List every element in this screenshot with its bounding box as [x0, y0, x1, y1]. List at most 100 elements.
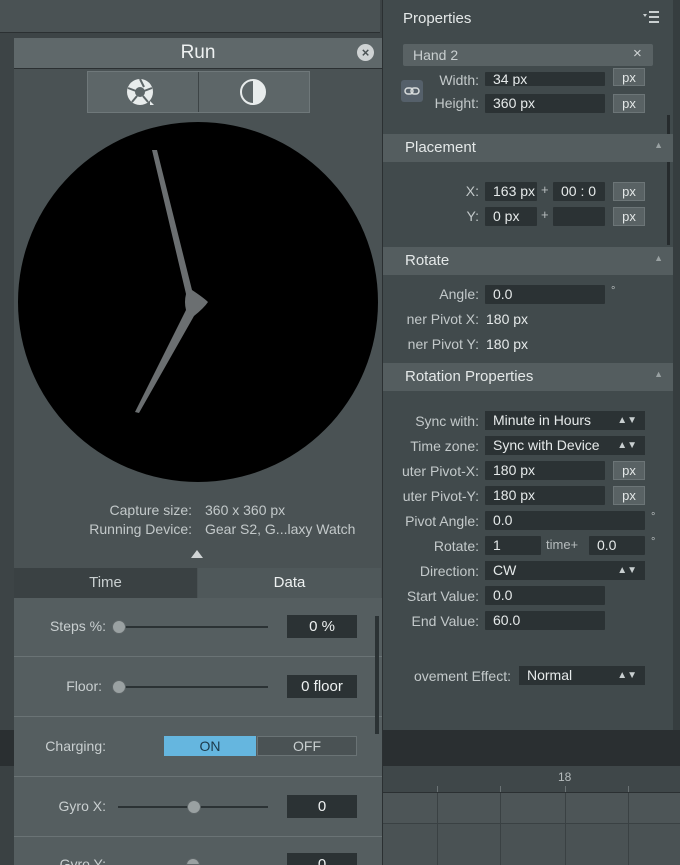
watch-preview[interactable] — [18, 122, 378, 482]
tab-time[interactable]: Time — [14, 568, 197, 598]
grid-line — [565, 793, 566, 865]
run-title: Run — [180, 42, 216, 63]
outer-pivot-x-label: uter Pivot-X: — [401, 463, 479, 479]
gyro-x-slider-knob[interactable] — [187, 800, 201, 814]
dropdown-arrow-icon: ▲▼ — [617, 565, 637, 576]
x-unit-button[interactable]: px — [613, 182, 645, 201]
timezone-value: Sync with Device — [493, 437, 600, 453]
y-offset-input[interactable] — [553, 207, 605, 226]
divider — [14, 776, 382, 777]
degree-symbol: ° — [611, 285, 616, 297]
charging-on-button[interactable]: ON — [164, 736, 256, 756]
rotate-input[interactable]: 1 — [485, 536, 541, 555]
floor-value[interactable]: 0 floor — [287, 675, 357, 698]
contrast-icon[interactable] — [237, 77, 269, 107]
y-input[interactable]: 0 px — [485, 207, 537, 226]
width-input[interactable]: 34 px — [485, 72, 605, 86]
gyro-y-value[interactable]: 0 — [287, 853, 357, 865]
dropdown-arrow-icon: ▲▼ — [617, 415, 637, 426]
placement-title: Placement — [405, 139, 476, 156]
timezone-dropdown[interactable]: Sync with Device ▲▼ — [485, 436, 645, 455]
start-value-label: Start Value: — [406, 588, 479, 604]
plus-sign: + — [541, 207, 549, 222]
collapse-icon[interactable]: ▲ — [654, 253, 663, 263]
floor-label: Floor: — [66, 678, 102, 694]
timeline-ruler[interactable] — [380, 766, 680, 793]
collapse-arrow-icon[interactable] — [191, 550, 203, 558]
divider — [14, 656, 382, 657]
pivot-y-value: 180 px — [486, 336, 529, 352]
timezone-label: Time zone: — [410, 438, 479, 454]
steps-slider-knob[interactable] — [112, 620, 126, 634]
ruler-tick — [437, 786, 438, 792]
editor-top-bar — [0, 0, 380, 33]
grid-line — [500, 793, 501, 865]
charging-off-button[interactable]: OFF — [257, 736, 357, 756]
capture-size-label: Capture size: — [109, 502, 192, 518]
y-unit-button[interactable]: px — [613, 207, 645, 226]
x-label: X: — [465, 183, 479, 199]
run-panel: Run × Capture size: 360 x 360 px Running… — [14, 38, 383, 865]
direction-dropdown[interactable]: CW ▲▼ — [485, 561, 645, 580]
floor-slider[interactable] — [118, 686, 268, 688]
toolbar-divider — [198, 72, 199, 112]
outer-pivot-x-unit-button[interactable]: px — [613, 461, 645, 480]
outer-pivot-y-input[interactable]: 180 px — [485, 486, 605, 505]
height-unit-button[interactable]: px — [613, 94, 645, 113]
x-offset-input[interactable]: 00 : 0 — [553, 182, 605, 201]
gyro-x-value[interactable]: 0 — [287, 795, 357, 818]
width-unit-button[interactable]: px — [613, 68, 645, 86]
outer-pivot-x-input[interactable]: 180 px — [485, 461, 605, 480]
placement-section-header[interactable]: Placement ▲ — [383, 134, 673, 162]
time-plus-label: time+ — [546, 537, 579, 552]
timeline-track[interactable] — [380, 793, 680, 824]
panel-menu-icon[interactable] — [641, 10, 661, 28]
x-input[interactable]: 163 px — [485, 182, 537, 201]
gyro-y-slider-knob[interactable] — [186, 858, 200, 865]
angle-input[interactable]: 0.0 — [485, 285, 605, 304]
movement-effect-dropdown[interactable]: Normal ▲▼ — [519, 666, 645, 685]
data-panel: Steps %: 0 % Floor: 0 floor Charging: ON… — [14, 598, 382, 865]
ruler-tick — [565, 786, 566, 792]
capture-size-value: 360 x 360 px — [205, 502, 286, 518]
properties-title: Properties — [403, 10, 472, 27]
rotate-extra-input[interactable]: 0.0 — [589, 536, 645, 555]
capture-icon[interactable] — [125, 77, 157, 107]
pivot-angle-input[interactable]: 0.0 — [485, 511, 645, 530]
timeline-track[interactable] — [380, 824, 680, 865]
plus-sign: + — [541, 182, 549, 197]
gyro-y-label: Gyro Y: — [59, 856, 106, 865]
degree-symbol: ° — [651, 536, 656, 548]
rotate-section-header[interactable]: Rotate ▲ — [383, 247, 673, 275]
y-label: Y: — [466, 208, 479, 224]
rotation-properties-header[interactable]: Rotation Properties ▲ — [383, 363, 673, 391]
rotation-properties-title: Rotation Properties — [405, 368, 534, 385]
degree-symbol: ° — [651, 511, 656, 523]
collapse-icon[interactable]: ▲ — [654, 369, 663, 379]
steps-value[interactable]: 0 % — [287, 615, 357, 638]
sync-label: Sync with: — [415, 413, 479, 429]
outer-pivot-y-label: uter Pivot-Y: — [402, 488, 479, 504]
object-name-field[interactable]: Hand 2 × — [403, 44, 653, 66]
outer-pivot-y-unit-button[interactable]: px — [613, 486, 645, 505]
end-value-label: End Value: — [411, 613, 479, 629]
end-value-input[interactable]: 60.0 — [485, 611, 605, 630]
collapse-icon[interactable]: ▲ — [654, 140, 663, 150]
pivot-y-label: ner Pivot Y: — [407, 336, 479, 352]
start-value-input[interactable]: 0.0 — [485, 586, 605, 605]
sync-dropdown[interactable]: Minute in Hours ▲▼ — [485, 411, 645, 430]
data-scrollbar[interactable] — [375, 616, 379, 734]
object-name: Hand 2 — [413, 47, 459, 63]
direction-label: Direction: — [419, 563, 479, 579]
height-label: Height: — [434, 95, 479, 111]
height-input[interactable]: 360 px — [485, 94, 605, 113]
ruler-tick — [500, 786, 501, 792]
clear-icon[interactable]: × — [633, 45, 642, 62]
floor-slider-knob[interactable] — [112, 680, 126, 694]
close-icon[interactable]: × — [357, 44, 374, 61]
tab-data[interactable]: Data — [198, 568, 381, 598]
steps-slider[interactable] — [118, 626, 268, 628]
dropdown-arrow-icon: ▲▼ — [617, 440, 637, 451]
run-tabs: Time Data — [14, 568, 382, 598]
pivot-angle-label: Pivot Angle: — [405, 513, 479, 529]
